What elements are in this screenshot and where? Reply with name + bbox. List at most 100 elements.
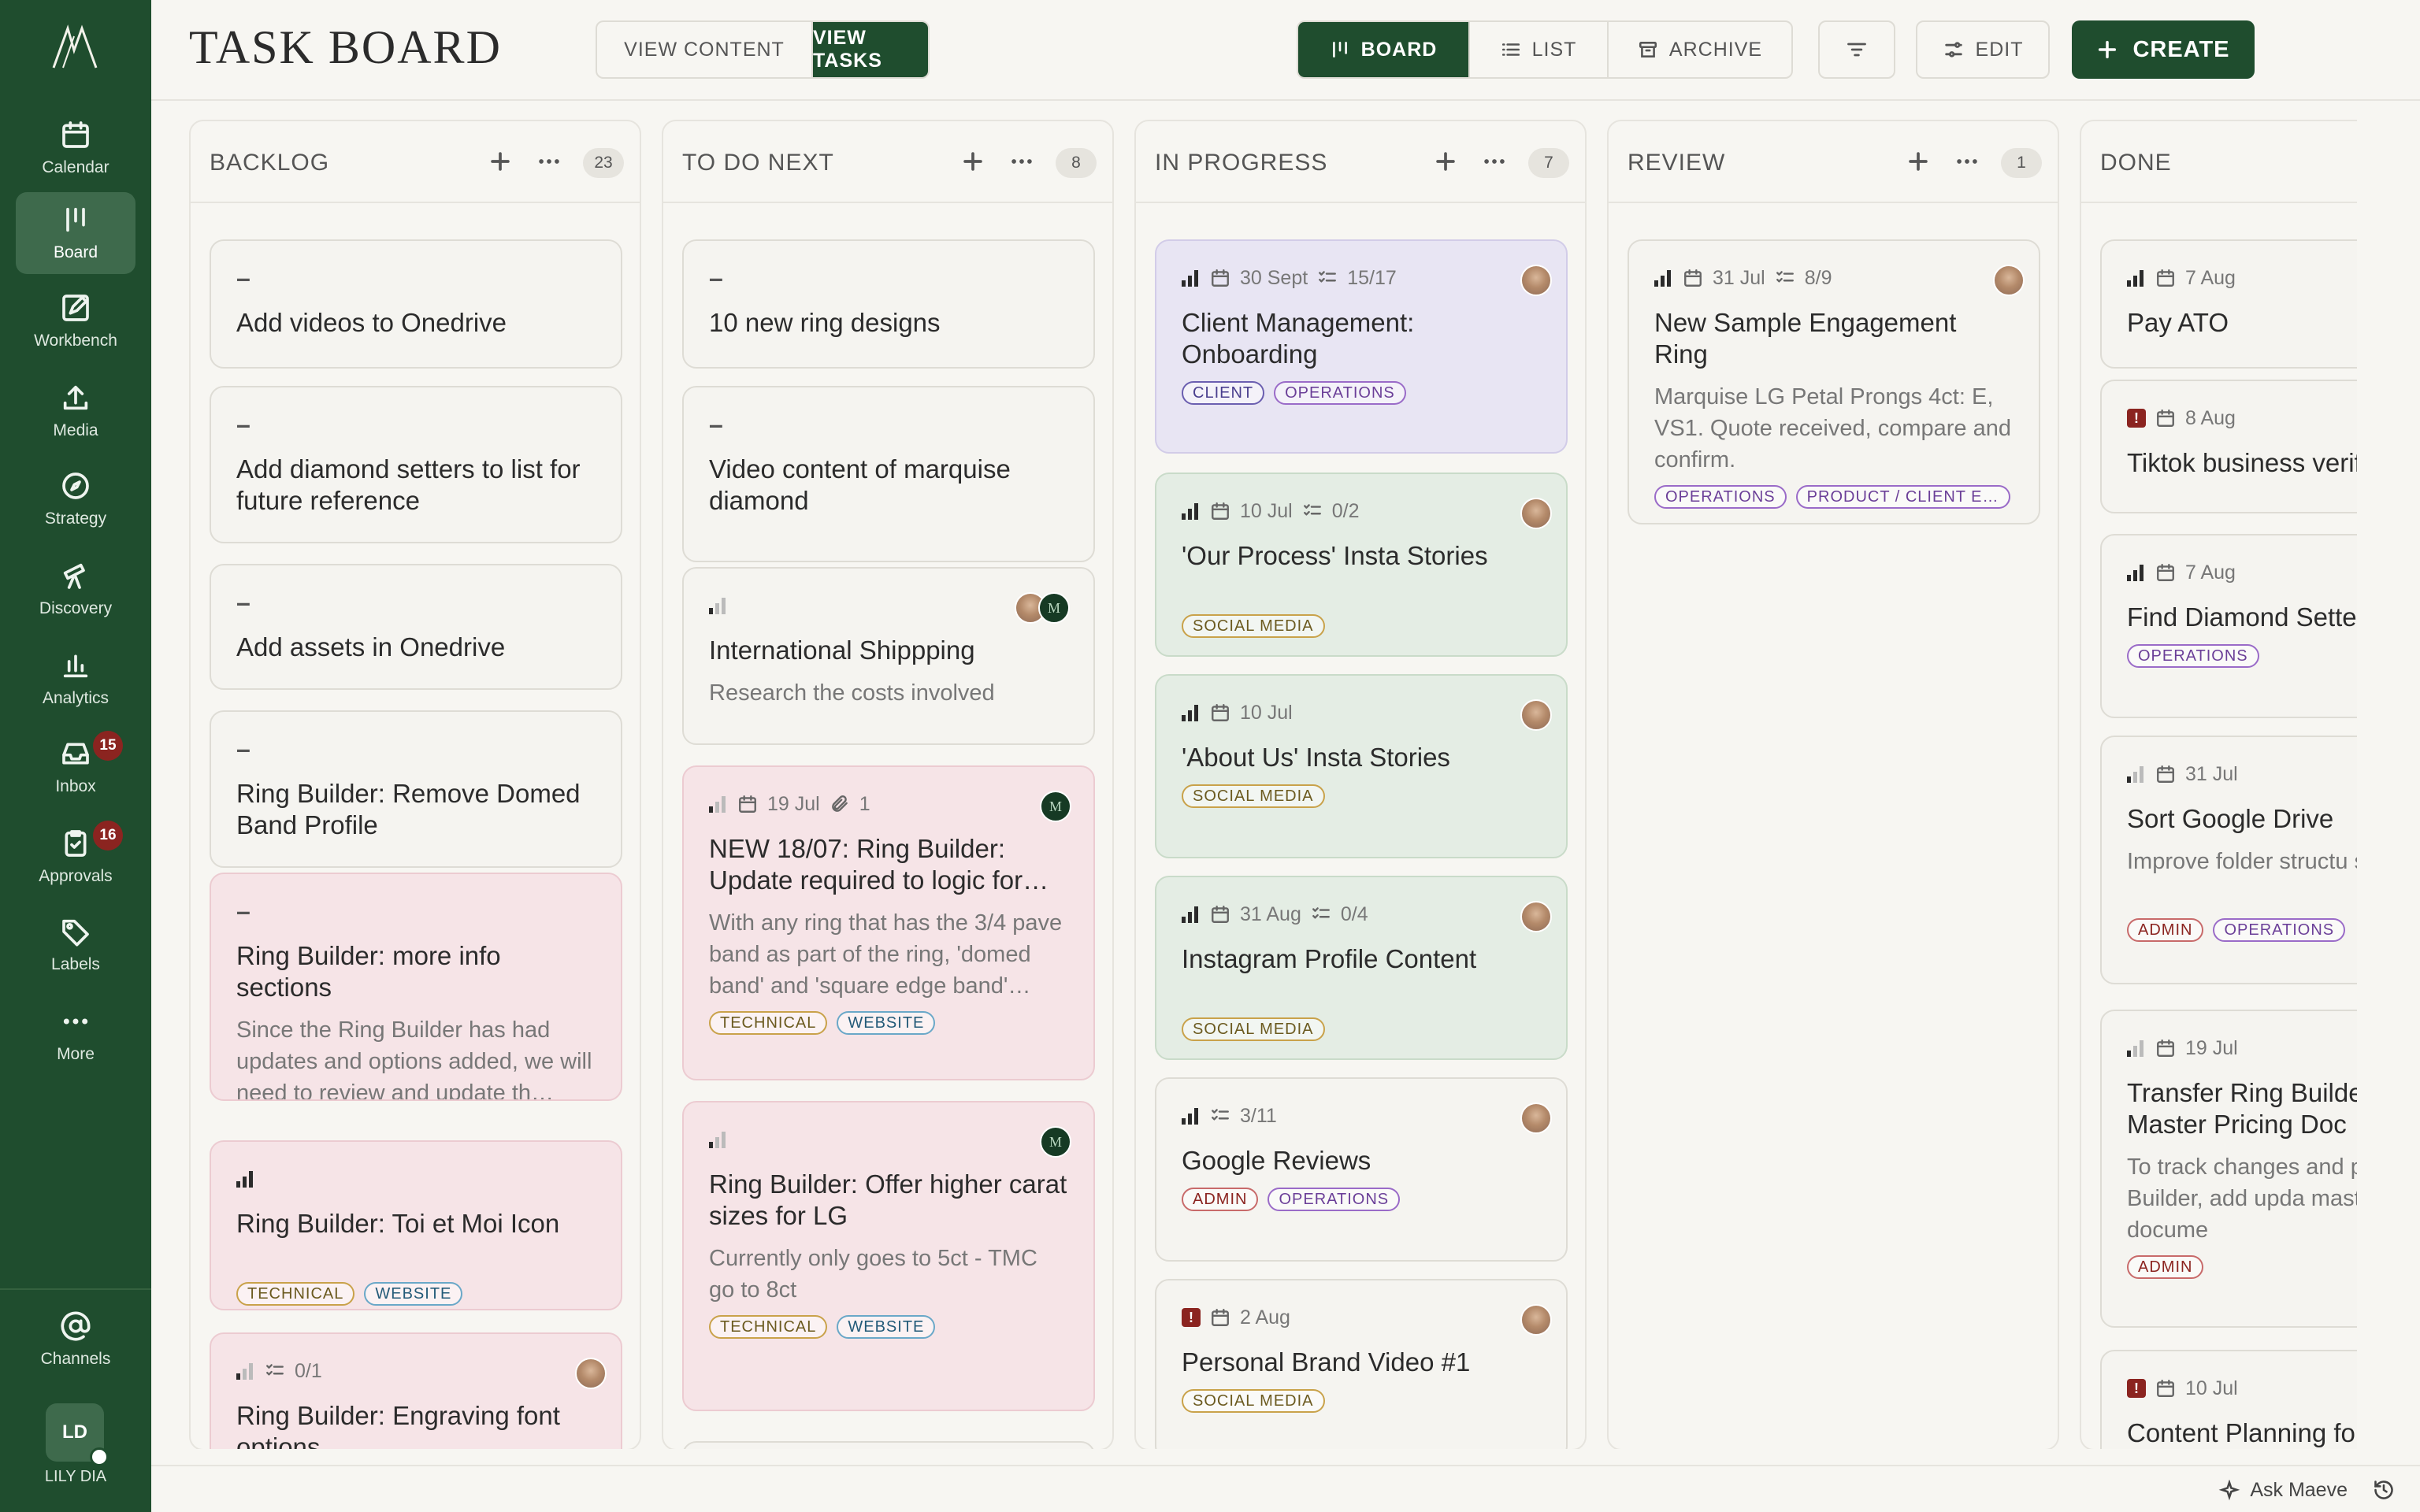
task-card[interactable]: – Add assets in Onedrive: [210, 564, 622, 690]
checklist-icon: [1312, 907, 1330, 919]
checklist-icon: [1776, 271, 1794, 283]
assignee-avatar: [1520, 1102, 1552, 1134]
column-title: TO DO NEXT: [682, 150, 834, 176]
column-menu-button[interactable]: [1954, 148, 1980, 175]
task-card[interactable]: – 10 new ring designs: [682, 239, 1095, 369]
no-priority-marker: –: [236, 410, 251, 439]
card-title: 'Our Process' Insta Stories: [1182, 541, 1488, 570]
ask-maeve-button[interactable]: Ask Maeve: [2218, 1479, 2348, 1502]
column-title: BACKLOG: [210, 150, 330, 176]
task-card[interactable]: ! 2 Aug Personal Brand Video #1 SOCIAL MEDI…: [1155, 1279, 1568, 1449]
card-title: NEW 18/07: Ring Builder: Update required…: [709, 834, 1049, 895]
task-card[interactable]: – Ring Builder: more info sections Since t…: [210, 873, 622, 1101]
user-avatar[interactable]: LD: [46, 1403, 109, 1466]
list-icon: [1501, 43, 1520, 56]
task-card[interactable]: 10 Jul 'About Us' Insta Stories SOCIAL MED…: [1155, 674, 1568, 858]
card-tags: ADMIN OPERATIONS: [1182, 1188, 1550, 1211]
column-review: REVIEW 1 31 Jul 8/9 New Sample Engagement Ri…: [1607, 120, 2059, 1449]
task-card[interactable]: 0/1 Ring Builder: Engraving font options: [210, 1332, 622, 1449]
sidebar-item-channels[interactable]: Channels: [16, 1288, 135, 1391]
user-initials: LD: [62, 1421, 87, 1443]
sidebar-item-discovery[interactable]: Discovery: [16, 548, 135, 630]
task-card[interactable]: 31 Jul 8/9 New Sample Engagement Ring Marqu…: [1628, 239, 2040, 524]
sidebar-item-inbox[interactable]: Inbox 15: [16, 726, 135, 808]
assignee-avatar: [1520, 498, 1552, 529]
sidebar-item-strategy[interactable]: Strategy: [16, 458, 135, 540]
card-title: Content Planning for: [2127, 1418, 2357, 1447]
label-tag: WEBSITE: [837, 1011, 936, 1035]
task-card[interactable]: – Video content of marquise diamond: [682, 386, 1095, 562]
sidebar-item-label: Strategy: [44, 510, 107, 528]
task-card[interactable]: 7 Aug Find Diamond Setter OPERATIONS: [2100, 534, 2357, 718]
calendar-icon: [1684, 269, 1702, 287]
task-card[interactable]: 19 Jul 1 NEW 18/07: Ring Builder: Update r…: [682, 765, 1095, 1080]
task-card[interactable]: Ring Builder: Offer higher carat sizes f…: [682, 1101, 1095, 1411]
task-card[interactable]: 7 Aug Pay ATO: [2100, 239, 2357, 369]
priority-icon: [2127, 765, 2146, 783]
task-card[interactable]: – Add videos to Onedrive: [210, 239, 622, 369]
sidebar-item-workbench[interactable]: Workbench: [16, 280, 135, 362]
task-card[interactable]: 30 Sept 15/17 Client Management: Onboardin…: [1155, 239, 1568, 454]
add-card-button[interactable]: [959, 148, 986, 175]
card-tags: OPERATIONS PRODUCT / CLIENT E…: [1654, 485, 2023, 509]
view-tasks-button[interactable]: VIEW TASKS: [813, 22, 928, 77]
assignee-avatar: M: [1040, 1126, 1071, 1158]
card-tags: SOCIAL MEDIA: [1182, 614, 1550, 638]
task-card[interactable]: – Ring Builder: Remove Domed Band Profile: [210, 710, 622, 868]
more-dots-icon: [1011, 159, 1032, 164]
task-card[interactable]: 31 Aug 0/4 Instagram Profile Content SOCIAL…: [1155, 876, 1568, 1060]
add-card-button[interactable]: [1432, 148, 1459, 175]
due-date: 19 Jul: [2185, 1036, 2238, 1059]
task-card[interactable]: 31 Aug: [682, 1441, 1095, 1449]
sidebar-item-approvals[interactable]: Approvals 16: [16, 816, 135, 898]
task-card[interactable]: ! 8 Aug Tiktok business verifi: [2100, 380, 2357, 513]
task-card[interactable]: ! 10 Jul Content Planning for: [2100, 1350, 2357, 1449]
task-card[interactable]: 3/11 Google Reviews ADMIN OPERATIONS: [1155, 1077, 1568, 1262]
add-card-button[interactable]: [487, 148, 514, 175]
clipboard-check-icon: [65, 830, 87, 857]
more-dots-icon: [1957, 159, 1977, 164]
card-meta: –: [236, 897, 251, 925]
add-card-button[interactable]: [1905, 148, 1932, 175]
assignee-avatar: M: [1040, 791, 1071, 822]
view-mode-toggle: BOARD LIST ARCHIVE: [1297, 20, 1793, 79]
filter-button[interactable]: [1818, 20, 1895, 79]
sidebar-item-media[interactable]: Media: [16, 370, 135, 452]
priority-icon: [1182, 1107, 1201, 1125]
sidebar-item-board[interactable]: Board: [16, 192, 135, 274]
task-card[interactable]: Ring Builder: Toi et Moi Icon TECHNICAL WE…: [210, 1140, 622, 1310]
due-date: 2 Aug: [1240, 1306, 1290, 1329]
sidebar-item-more[interactable]: More: [16, 994, 135, 1076]
task-card[interactable]: 10 Jul 0/2 'Our Process' Insta Stories SOCI…: [1155, 472, 1568, 657]
urgent-icon: !: [1182, 1308, 1201, 1327]
sidebar-item-analytics[interactable]: Analytics: [16, 638, 135, 720]
column-title: REVIEW: [1628, 150, 1726, 176]
column-menu-button[interactable]: [1008, 148, 1035, 175]
task-card[interactable]: 19 Jul Transfer Ring Builder to Master Pr…: [2100, 1010, 2357, 1328]
edit-button[interactable]: EDIT: [1916, 20, 2050, 79]
sidebar-item-calendar[interactable]: Calendar: [16, 107, 135, 189]
task-card[interactable]: – Add diamond setters to list for future …: [210, 386, 622, 543]
status-dot: [90, 1447, 109, 1466]
view-content-button[interactable]: VIEW CONTENT: [597, 22, 813, 77]
sidebar-item-labels[interactable]: Labels: [16, 904, 135, 986]
history-button[interactable]: [2373, 1479, 2395, 1501]
card-meta: 10 Jul 0/2: [1182, 498, 1359, 524]
label-tag: SOCIAL MEDIA: [1182, 1017, 1325, 1041]
task-card[interactable]: 31 Jul Sort Google Drive Improve folder st…: [2100, 736, 2357, 984]
board-view-button[interactable]: BOARD: [1298, 22, 1470, 77]
checklist-icon: [1303, 504, 1321, 516]
column-menu-button[interactable]: [536, 148, 562, 175]
card-tags: TECHNICAL WEBSITE: [236, 1282, 605, 1306]
card-title: Sort Google Drive: [2127, 804, 2334, 833]
archive-view-button[interactable]: ARCHIVE: [1609, 22, 1791, 77]
checklist-progress: 0/2: [1331, 499, 1360, 522]
bar-chart-icon: [63, 654, 88, 678]
card-title: 'About Us' Insta Stories: [1182, 743, 1450, 772]
assignee-avatar: [1993, 265, 2025, 296]
task-card[interactable]: International Shippping Research the cost…: [682, 567, 1095, 745]
create-button[interactable]: CREATE: [2072, 20, 2255, 79]
column-menu-button[interactable]: [1481, 148, 1508, 175]
calendar-icon: [2157, 410, 2174, 427]
list-view-button[interactable]: LIST: [1470, 22, 1609, 77]
